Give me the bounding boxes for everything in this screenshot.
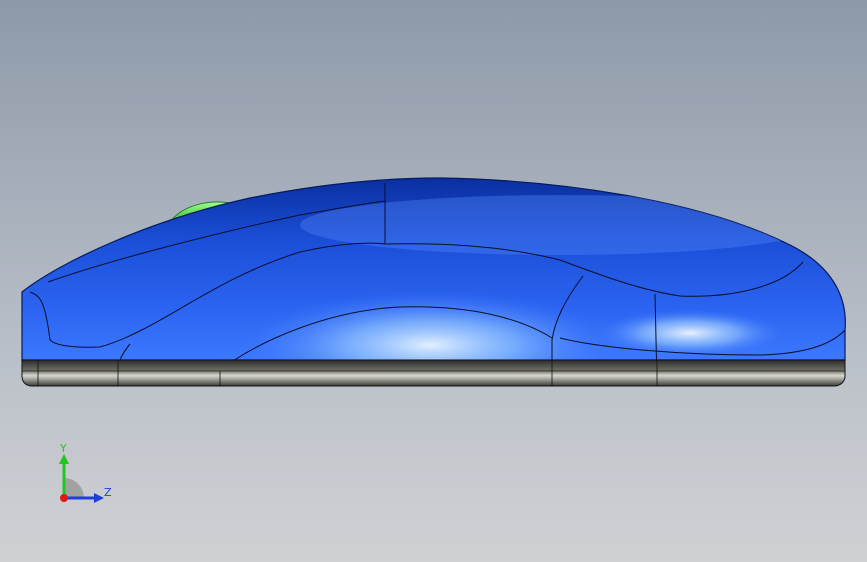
3d-model-viewport[interactable] [0,0,867,562]
y-axis-label: Y [59,442,67,455]
mouse-model-drawing[interactable] [0,0,867,562]
mouse-base [21,359,846,387]
z-axis-arrow [94,493,104,503]
y-axis-arrow [59,454,69,464]
coordinate-triad: Y Z [50,440,120,510]
shell-highlight-rear [595,309,785,357]
triad-origin [60,494,68,502]
z-axis-label: Z [104,486,112,499]
shell-top-sheen [300,195,820,255]
triad-plane [64,478,84,498]
